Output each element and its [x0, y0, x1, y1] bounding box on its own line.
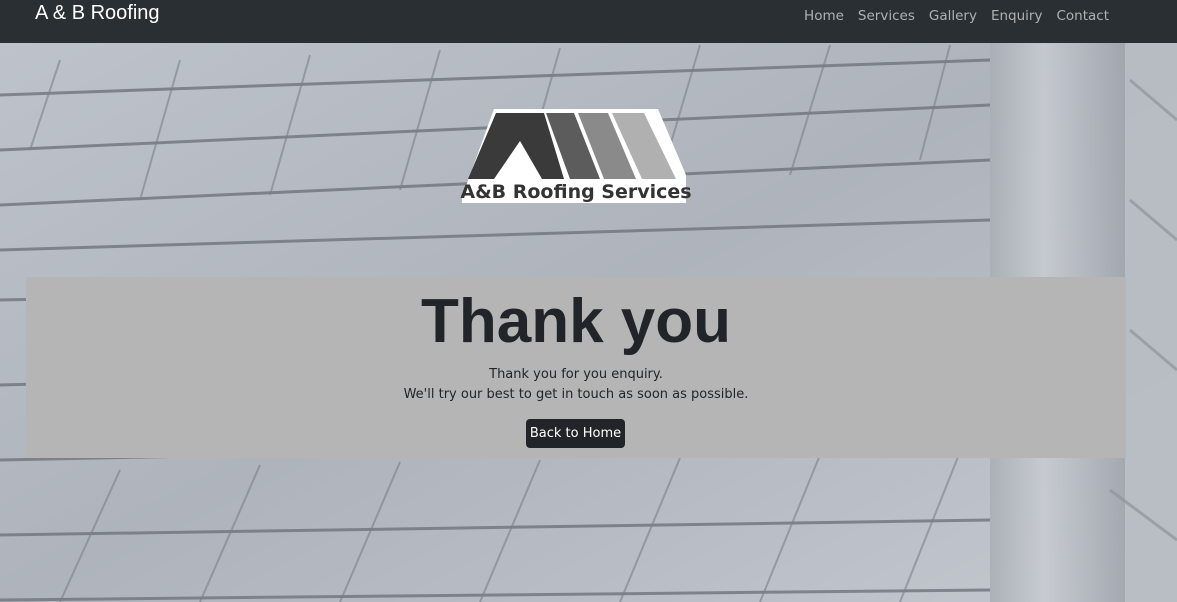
nav-link-enquiry[interactable]: Enquiry: [984, 7, 1050, 25]
thank-you-message: Thank you for you enquiry.: [489, 367, 663, 382]
nav-link-gallery[interactable]: Gallery: [922, 7, 984, 25]
brand-link[interactable]: A & B Roofing: [35, 1, 160, 25]
nav-link-contact[interactable]: Contact: [1049, 7, 1116, 25]
nav-links: Home Services Gallery Enquiry Contact: [797, 7, 1116, 25]
page: A & B Roofing Home Services Gallery Enqu…: [0, 0, 1177, 602]
thank-you-panel: Thank you Thank you for you enquiry. We'…: [26, 277, 1126, 458]
nav-link-services[interactable]: Services: [851, 7, 922, 25]
back-to-home-button[interactable]: Back to Home: [526, 419, 625, 448]
nav-link-home[interactable]: Home: [797, 7, 851, 25]
page-title: Thank you: [420, 287, 732, 356]
navbar: A & B Roofing Home Services Gallery Enqu…: [0, 0, 1177, 43]
logo-text: A&B Roofing Services: [460, 181, 691, 203]
follow-up-message: We'll try our best to get in touch as so…: [403, 387, 749, 402]
company-logo: A&B Roofing Services: [460, 109, 692, 203]
